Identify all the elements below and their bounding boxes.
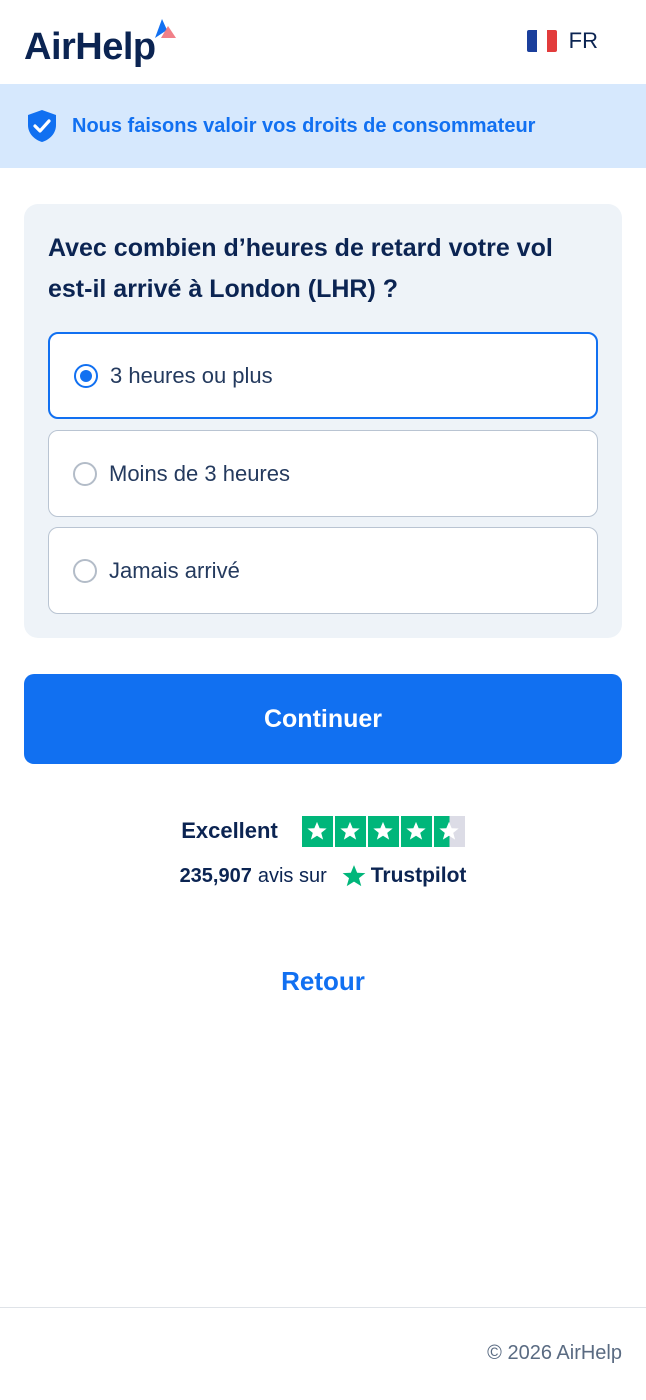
continue-button[interactable]: Continuer [24,674,622,764]
option-less-than-3-hours[interactable]: Moins de 3 heures [48,430,598,517]
star-icon [301,815,333,847]
footer: © 2026 AirHelp [0,1307,646,1400]
trustpilot-logo: Trustpilot [341,863,467,889]
review-count: 235,907 [179,864,252,887]
shield-check-icon [28,110,56,142]
star-icon [400,815,432,847]
radio-selected-icon[interactable] [74,363,98,388]
trustpilot-rating-label: Excellent [181,818,278,843]
option-label: Moins de 3 heures [109,460,290,486]
option-label: 3 heures ou plus [110,362,273,388]
banner-text: Nous faisons valoir vos droits de consom… [72,114,536,137]
trustpilot-star-icon [342,865,366,887]
half-star-icon [433,815,465,847]
copyright-text: © 2026 AirHelp [487,1342,622,1364]
consumer-rights-banner: Nous faisons valoir vos droits de consom… [0,84,646,168]
trustpilot-stars [301,815,465,847]
airhelp-logo[interactable]: AirHelp [24,16,184,72]
trustpilot-reviews[interactable]: 235,907 avis sur Trustpilot [0,860,646,892]
option-label: Jamais arrivé [109,557,240,583]
trustpilot-rating[interactable]: Excellent [0,815,646,847]
star-icon [334,815,366,847]
language-label: FR [568,28,598,53]
language-selector[interactable]: FR [526,26,598,56]
trustpilot-brand: Trustpilot [370,864,467,887]
logo-mark-icon [155,19,176,38]
logo-text: AirHelp [24,26,156,68]
france-flag-icon [526,30,557,52]
star-icon [367,815,399,847]
question-title: Avec combien d’heures de retard votre vo… [48,234,553,303]
option-3-hours-or-more[interactable]: 3 heures ou plus [48,332,598,419]
header: AirHelp FR [0,0,646,84]
back-link[interactable]: Retour [0,966,646,997]
radio-unselected-icon[interactable] [73,558,97,583]
question-card: Avec combien d’heures de retard votre vo… [24,204,622,638]
option-never-arrived[interactable]: Jamais arrivé [48,527,598,614]
reviews-on-label: avis sur [257,864,327,887]
radio-unselected-icon[interactable] [73,461,97,486]
